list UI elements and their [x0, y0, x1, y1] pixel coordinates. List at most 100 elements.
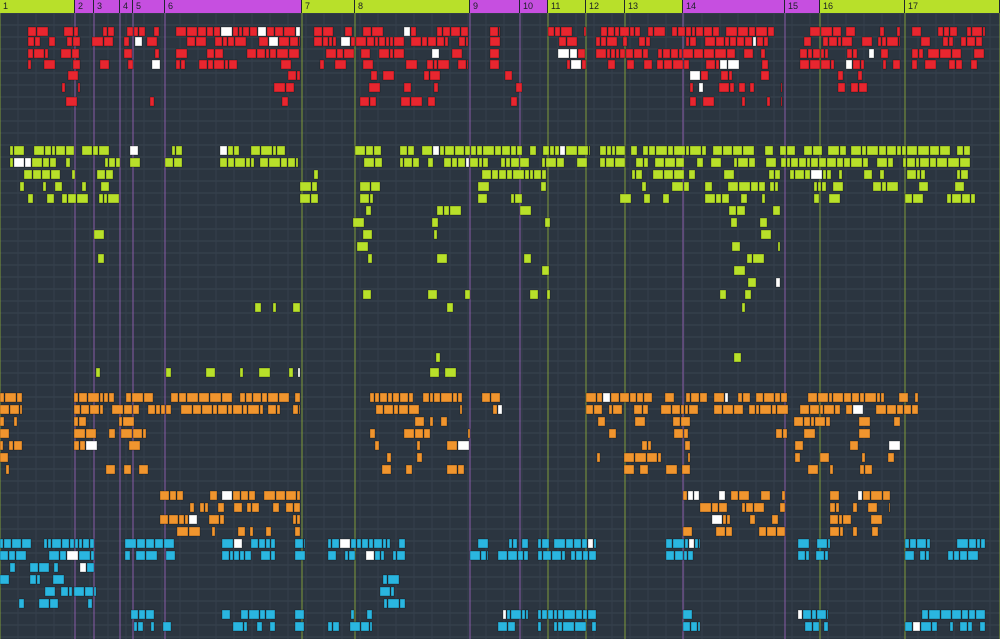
bar-marker-13[interactable]: 13: [625, 0, 682, 13]
lime-note[interactable]: [367, 253, 373, 264]
red-note[interactable]: [693, 48, 704, 59]
lime-note[interactable]: [643, 193, 651, 204]
cyan-note[interactable]: [221, 609, 231, 620]
lime-note[interactable]: [963, 145, 971, 156]
lime-note[interactable]: [399, 157, 404, 168]
red-note[interactable]: [457, 59, 467, 70]
cyan-note[interactable]: [593, 538, 597, 549]
red-note[interactable]: [971, 26, 983, 37]
lime-note[interactable]: [219, 145, 228, 156]
lime-note[interactable]: [421, 145, 433, 156]
red-note[interactable]: [966, 26, 972, 37]
red-note[interactable]: [861, 36, 873, 47]
orange-note[interactable]: [80, 404, 90, 415]
red-note[interactable]: [719, 59, 728, 70]
lime-note[interactable]: [744, 289, 752, 300]
cyan-note[interactable]: [270, 538, 276, 549]
lime-note[interactable]: [205, 367, 216, 378]
orange-note[interactable]: [85, 428, 97, 439]
lime-note[interactable]: [464, 145, 471, 156]
lime-note[interactable]: [9, 145, 14, 156]
orange-note[interactable]: [685, 392, 691, 403]
cyan-note[interactable]: [390, 586, 395, 597]
orange-note[interactable]: [138, 464, 149, 475]
red-note[interactable]: [465, 36, 469, 47]
lime-note[interactable]: [494, 145, 502, 156]
cyan-note[interactable]: [968, 609, 976, 620]
cyan-note[interactable]: [356, 538, 362, 549]
lime-note[interactable]: [710, 157, 722, 168]
orange-note[interactable]: [858, 428, 871, 439]
orange-note[interactable]: [79, 440, 86, 451]
cyan-note[interactable]: [66, 550, 79, 561]
orange-note[interactable]: [596, 392, 603, 403]
orange-note[interactable]: [825, 416, 831, 427]
red-note[interactable]: [943, 26, 950, 37]
red-note[interactable]: [727, 59, 740, 70]
lime-note[interactable]: [311, 181, 318, 192]
red-note[interactable]: [824, 48, 829, 59]
red-note[interactable]: [942, 36, 949, 47]
orange-note[interactable]: [612, 404, 623, 415]
cyan-note[interactable]: [29, 574, 37, 585]
red-note[interactable]: [280, 59, 292, 70]
orange-note[interactable]: [188, 526, 201, 537]
lime-note[interactable]: [164, 157, 174, 168]
orange-note[interactable]: [217, 502, 225, 513]
cyan-note[interactable]: [823, 621, 829, 632]
orange-note[interactable]: [596, 452, 601, 463]
orange-note[interactable]: [278, 392, 290, 403]
lime-note[interactable]: [641, 181, 647, 192]
orange-note[interactable]: [414, 416, 425, 427]
cyan-note[interactable]: [904, 621, 913, 632]
lime-note[interactable]: [370, 181, 381, 192]
orange-note[interactable]: [597, 416, 606, 427]
lime-note[interactable]: [652, 169, 664, 180]
orange-note[interactable]: [876, 392, 881, 403]
orange-note[interactable]: [680, 404, 685, 415]
lime-note[interactable]: [635, 157, 644, 168]
lime-note[interactable]: [354, 145, 366, 156]
lime-note[interactable]: [67, 193, 77, 204]
red-note[interactable]: [278, 36, 290, 47]
orange-note[interactable]: [399, 392, 409, 403]
red-note[interactable]: [421, 36, 428, 47]
orange-note[interactable]: [647, 440, 652, 451]
cyan-note[interactable]: [967, 550, 979, 561]
cyan-note[interactable]: [682, 609, 693, 620]
cyan-note[interactable]: [260, 550, 271, 561]
orange-note[interactable]: [120, 428, 133, 439]
lime-note[interactable]: [715, 193, 722, 204]
cyan-note[interactable]: [137, 621, 144, 632]
orange-note[interactable]: [755, 404, 760, 415]
cyan-note[interactable]: [928, 609, 941, 620]
orange-note[interactable]: [608, 428, 617, 439]
red-note[interactable]: [896, 26, 901, 37]
orange-note[interactable]: [636, 392, 644, 403]
red-note[interactable]: [257, 26, 267, 37]
lime-note[interactable]: [465, 157, 470, 168]
red-note[interactable]: [744, 36, 753, 47]
red-note[interactable]: [595, 48, 607, 59]
lime-note[interactable]: [276, 145, 286, 156]
lime-note[interactable]: [577, 145, 589, 156]
lime-note[interactable]: [432, 145, 440, 156]
lime-note[interactable]: [482, 157, 489, 168]
cyan-note[interactable]: [383, 598, 388, 609]
cyan-note[interactable]: [690, 621, 698, 632]
orange-note[interactable]: [760, 490, 771, 501]
cyan-note[interactable]: [562, 621, 575, 632]
red-note[interactable]: [662, 48, 671, 59]
orange-note[interactable]: [414, 428, 424, 439]
orange-note[interactable]: [99, 392, 104, 403]
red-note[interactable]: [809, 26, 821, 37]
cyan-note[interactable]: [136, 538, 146, 549]
red-note[interactable]: [489, 26, 499, 37]
red-note[interactable]: [678, 48, 683, 59]
cyan-note[interactable]: [145, 538, 155, 549]
red-note[interactable]: [393, 48, 405, 59]
lime-note[interactable]: [929, 145, 940, 156]
red-note[interactable]: [949, 26, 958, 37]
lime-note[interactable]: [457, 157, 466, 168]
orange-note[interactable]: [189, 502, 195, 513]
